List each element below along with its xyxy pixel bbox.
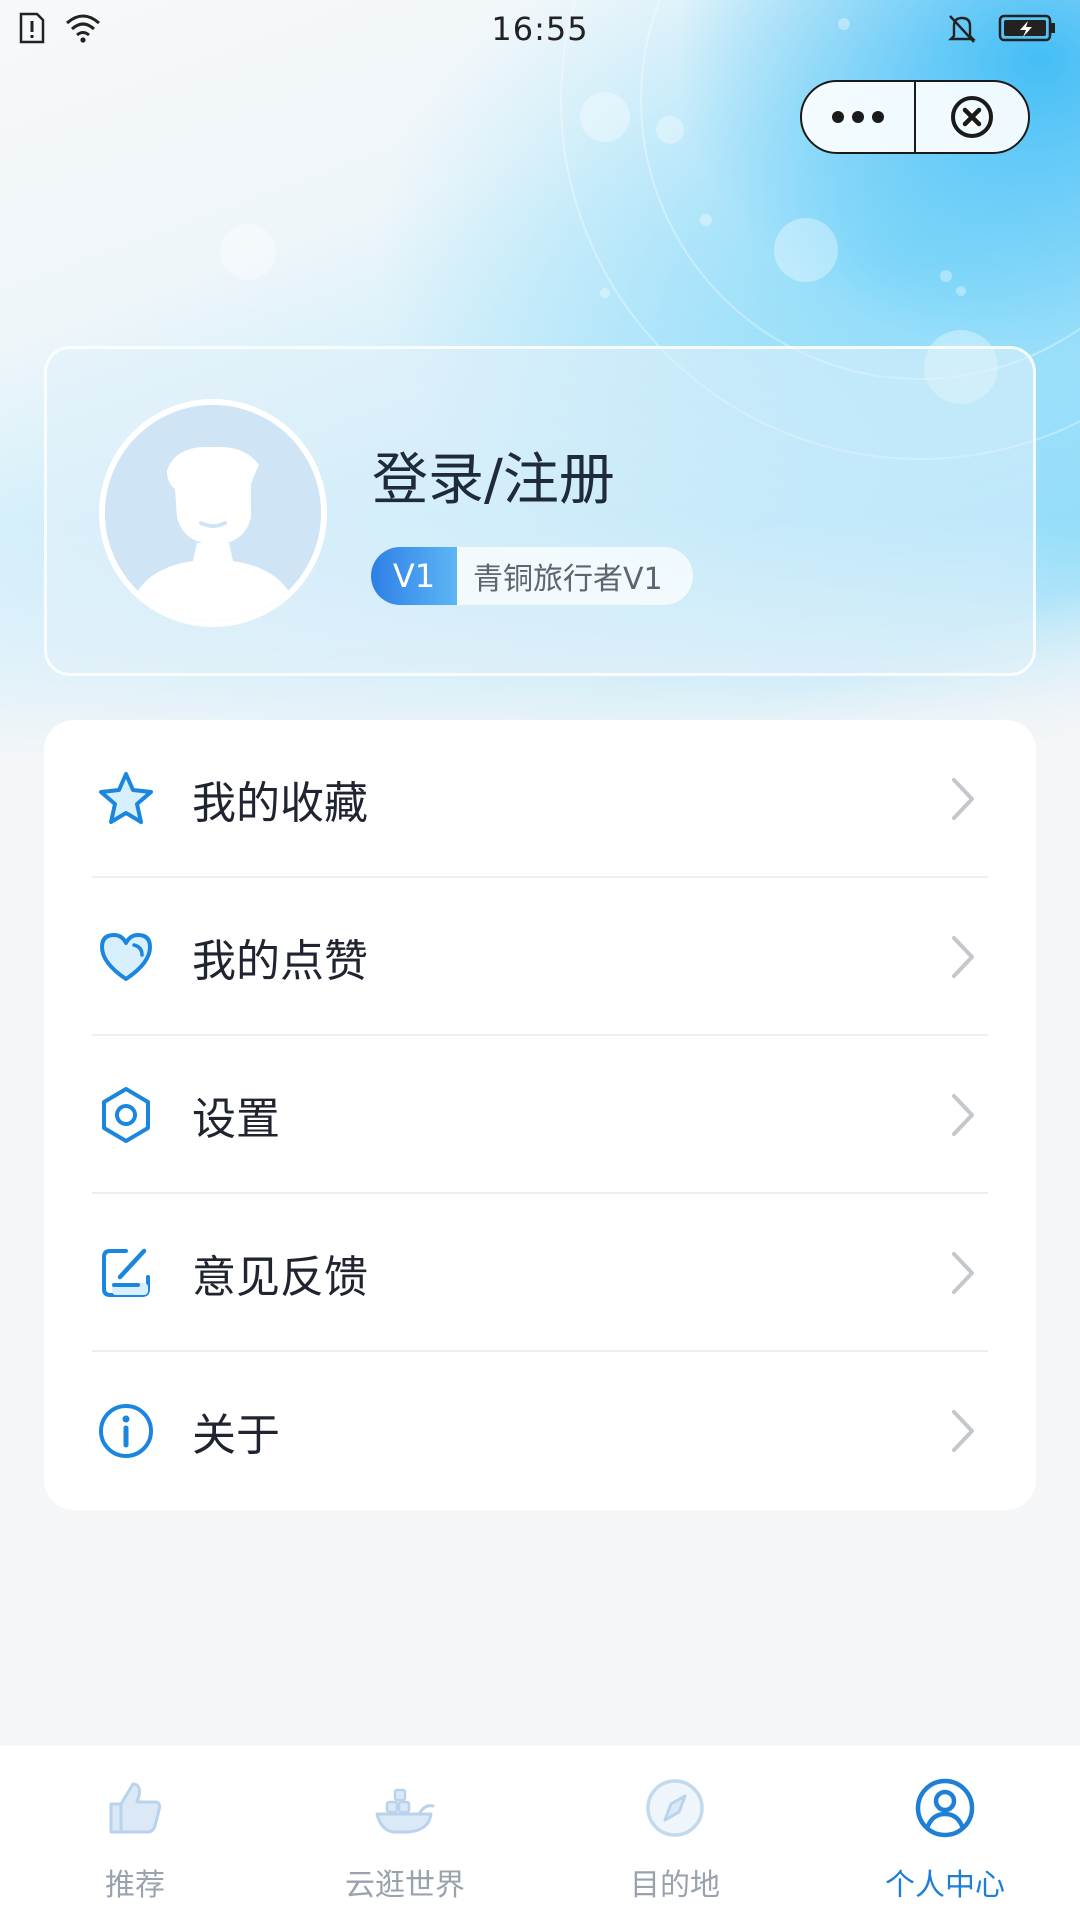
- chevron-right-icon: [952, 936, 974, 978]
- menu-item-label: 我的收藏: [192, 778, 368, 829]
- default-avatar-icon: [105, 405, 321, 621]
- level-badge: V1: [371, 547, 457, 605]
- tab-profile[interactable]: 个人中心: [810, 1746, 1080, 1920]
- settings-icon: [102, 1087, 150, 1143]
- tab-label: 推荐: [105, 1868, 165, 1903]
- battery-charging-icon: [998, 14, 1055, 42]
- info-icon: [99, 1404, 153, 1458]
- mute-bell-icon: [948, 15, 976, 43]
- menu-item-about[interactable]: 关于: [44, 1352, 1036, 1510]
- menu-list: 我的收藏 我的点赞 设置 意见反馈 关于: [44, 720, 1036, 1510]
- menu-item-feedback[interactable]: 意见反馈: [44, 1194, 1036, 1352]
- menu-item-favorites[interactable]: 我的收藏: [44, 720, 1036, 878]
- menu-item-label: 意见反馈: [192, 1252, 368, 1303]
- menu-item-label: 关于: [192, 1410, 280, 1461]
- level-name: 青铜旅行者V1: [473, 562, 663, 597]
- member-level-pill: V1 青铜旅行者V1: [371, 547, 693, 605]
- star-icon: [99, 772, 153, 824]
- miniapp-capsule: [800, 80, 1030, 154]
- thumbs-up-icon: [109, 1782, 161, 1834]
- tab-recommend[interactable]: 推荐: [0, 1746, 270, 1920]
- menu-item-label: 我的点赞: [192, 936, 368, 987]
- avatar[interactable]: [99, 399, 327, 627]
- profile-card[interactable]: 登录/注册 V1 青铜旅行者V1: [44, 346, 1036, 676]
- chevron-right-icon: [952, 1094, 974, 1136]
- close-circle-icon: [951, 96, 993, 138]
- chevron-right-icon: [952, 1410, 974, 1452]
- chevron-right-icon: [952, 778, 974, 820]
- chevron-right-icon: [952, 1252, 974, 1294]
- more-button[interactable]: [802, 82, 914, 152]
- tab-destination[interactable]: 目的地: [540, 1746, 810, 1920]
- more-dots-icon: [832, 111, 884, 123]
- user-circle-icon: [915, 1778, 975, 1838]
- tab-label: 个人中心: [885, 1868, 1005, 1903]
- close-button[interactable]: [916, 82, 1028, 152]
- status-time: 16:55: [491, 10, 589, 48]
- tab-cloud-world[interactable]: 云逛世界: [270, 1746, 540, 1920]
- compass-icon: [646, 1779, 704, 1837]
- menu-item-settings[interactable]: 设置: [44, 1036, 1036, 1194]
- heart-icon: [100, 933, 152, 981]
- status-bar: 16:55: [0, 0, 1080, 60]
- menu-item-likes[interactable]: 我的点赞: [44, 878, 1036, 1036]
- ship-icon: [375, 1788, 435, 1834]
- menu-item-label: 设置: [192, 1094, 280, 1145]
- tab-label: 云逛世界: [345, 1868, 465, 1903]
- bottom-tab-bar: 推荐 云逛世界 目的地 个人中心: [0, 1746, 1080, 1920]
- feedback-icon: [102, 1248, 150, 1297]
- tab-label: 目的地: [630, 1868, 720, 1903]
- login-register-link[interactable]: 登录/注册: [372, 435, 615, 516]
